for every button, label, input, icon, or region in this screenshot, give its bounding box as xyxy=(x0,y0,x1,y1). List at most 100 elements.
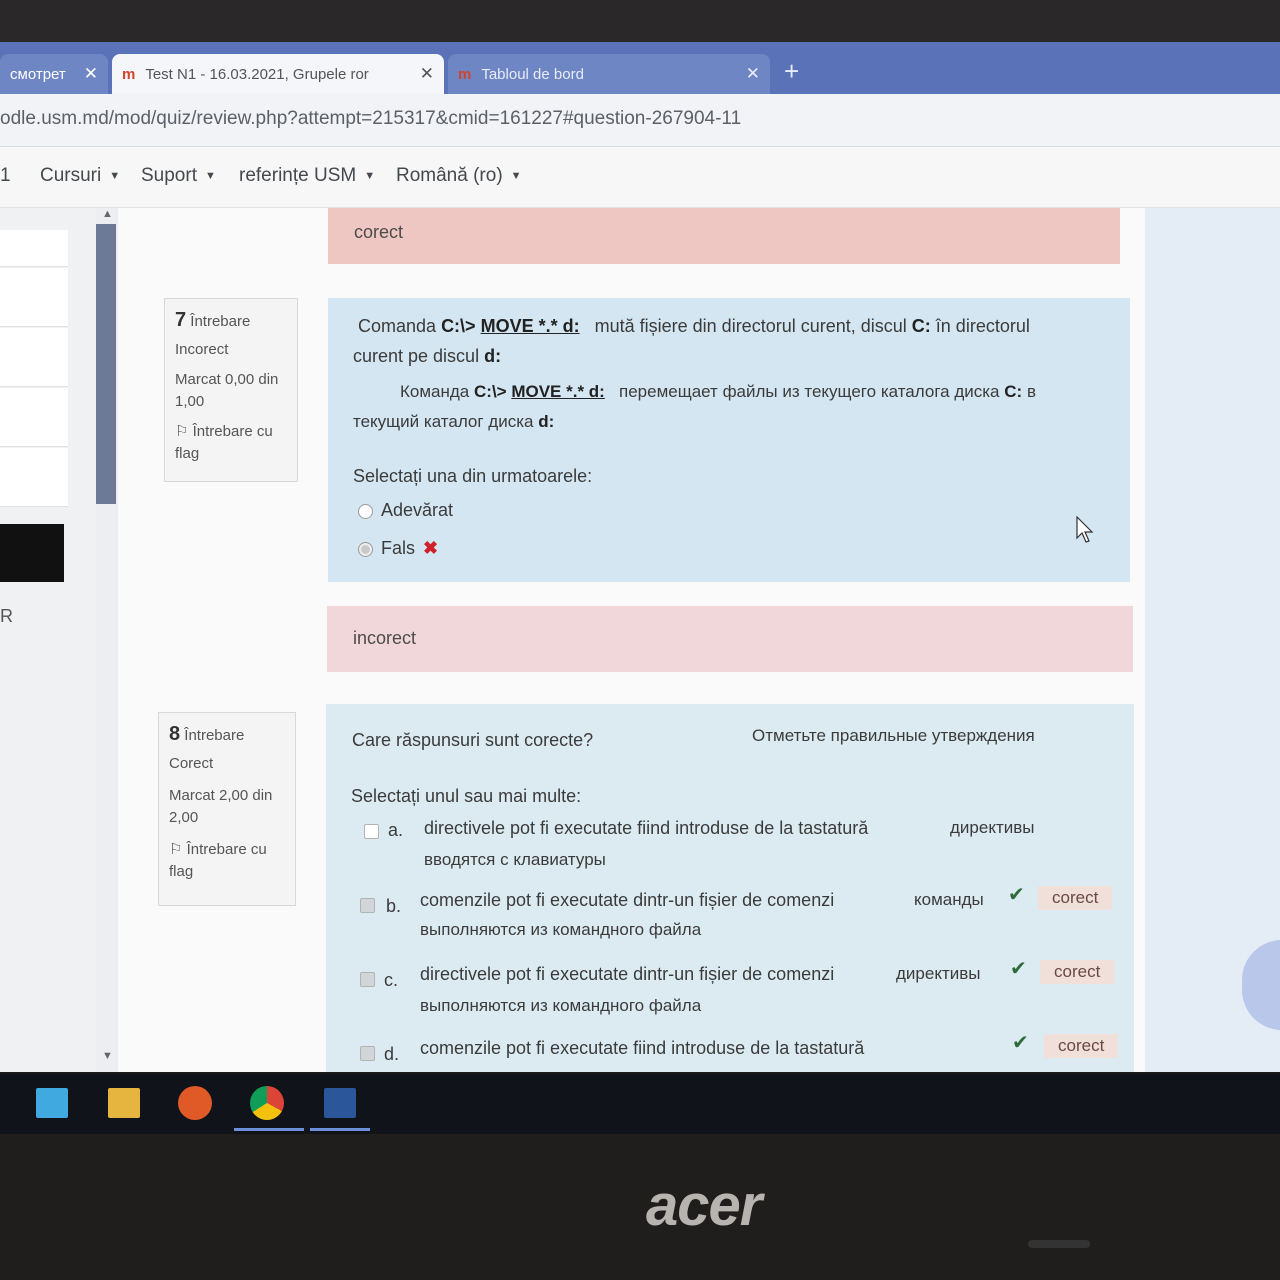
answer-prompt: Selectați unul sau mai multe: xyxy=(351,786,582,806)
option-a-text-ru-2: вводятся с клавиатуры xyxy=(424,850,606,869)
caret-down-icon: ▼ xyxy=(204,169,216,182)
drawer-letter: R xyxy=(0,606,13,626)
nav-item-language[interactable]: Română (ro) ▼ xyxy=(396,165,522,187)
drive: d: xyxy=(484,346,502,366)
text: текущий каталог диска xyxy=(353,412,534,431)
option-d-text: comenzile pot fi executate fiind introdu… xyxy=(420,1038,865,1058)
laptop-bezel-top xyxy=(0,0,1280,42)
question-7-text-ro-2: curent pe discul d: xyxy=(353,346,501,367)
task-view-icon[interactable] xyxy=(36,1088,68,1118)
checkbox[interactable] xyxy=(364,824,379,839)
nav-item-referinte[interactable]: referințe USM ▼ xyxy=(239,165,375,187)
option-b-text-ru: команды xyxy=(914,890,984,909)
file-explorer-icon[interactable] xyxy=(108,1088,140,1118)
screen: смотрет ✕ m Test N1 - 16.03.2021, Grupel… xyxy=(0,42,1280,1072)
option-a-text: directivele pot fi executate fiind intro… xyxy=(424,818,869,838)
option-true[interactable]: Adevărat xyxy=(358,500,453,521)
text: curent pe discul xyxy=(353,346,480,366)
url-text[interactable]: odle.usm.md/mod/quiz/review.php?attempt=… xyxy=(0,108,741,130)
scroll-up-icon[interactable]: ▲ xyxy=(102,208,113,220)
question-label: Întrebare xyxy=(184,727,245,744)
close-icon[interactable]: ✕ xyxy=(420,64,434,84)
option-c-text: directivele pot fi executate dintr-un fi… xyxy=(420,964,835,984)
option-label: Adevărat xyxy=(381,500,454,520)
tab-title: Test N1 - 16.03.2021, Grupele ror xyxy=(145,65,369,83)
question-7-text-ro: Comanda C:\> MOVE *.* d: mută fișiere di… xyxy=(358,316,1030,337)
chrome-icon[interactable] xyxy=(250,1086,284,1120)
command-prefix: C:\> xyxy=(441,316,476,336)
drawer-block xyxy=(0,388,68,447)
checkbox-checked[interactable] xyxy=(360,972,375,987)
question-number: 7 xyxy=(175,309,187,331)
new-tab-button[interactable]: + xyxy=(784,56,799,87)
nav-item-label: referințe USM xyxy=(239,165,357,186)
checkbox-checked[interactable] xyxy=(360,1046,375,1061)
moodle-favicon-icon: m xyxy=(122,65,136,83)
browser-tab-2[interactable]: m Tabloul de bord ✕ xyxy=(448,54,770,94)
caret-down-icon: ▼ xyxy=(510,169,522,182)
navbar-stub: 1 xyxy=(0,165,11,186)
checkbox-checked[interactable] xyxy=(360,898,375,913)
flag-question-link[interactable]: ⚐ Întrebare cu flag xyxy=(169,839,285,883)
drawer-block xyxy=(0,328,68,387)
drive: C: xyxy=(1004,382,1023,401)
address-bar[interactable]: odle.usm.md/mod/quiz/review.php?attempt=… xyxy=(0,94,1280,147)
nav-item-label: Suport xyxy=(141,165,197,186)
caret-down-icon: ▼ xyxy=(109,169,121,182)
option-b-text: comenzile pot fi executate dintr-un fiși… xyxy=(420,890,835,910)
flag-label: Întrebare cu xyxy=(186,841,267,858)
previous-question-feedback: corect xyxy=(328,208,1120,264)
flag-icon: ⚐ xyxy=(175,423,189,440)
question-7-content: Comanda C:\> MOVE *.* d: mută fișiere di… xyxy=(328,298,1130,582)
text: перемещает файлы из текущего каталога ди… xyxy=(619,382,1000,401)
question-label: Întrebare xyxy=(190,313,251,330)
nav-item-suport[interactable]: Suport ▼ xyxy=(141,165,216,187)
scrollbar[interactable]: ▲ ▼ xyxy=(96,208,118,1072)
nav-item-label: Română (ro) xyxy=(396,165,503,186)
question-7-info: 7 Întrebare Incorect Marcat 0,00 din 1,00… xyxy=(164,298,298,482)
option-label: Fals xyxy=(381,538,416,558)
active-app-indicator xyxy=(234,1128,304,1131)
question-8-text-ru: Отметьте правильные утверждения xyxy=(752,726,1035,745)
option-letter: d. xyxy=(384,1044,400,1064)
scroll-down-icon[interactable]: ▼ xyxy=(102,1050,113,1062)
option-false[interactable]: Fals ✖ xyxy=(358,538,438,559)
command-prefix: C:\> xyxy=(474,382,507,401)
option-letter: a. xyxy=(388,820,404,840)
browser-tab-0[interactable]: смотрет ✕ xyxy=(0,54,108,94)
close-icon[interactable]: ✕ xyxy=(84,64,98,84)
radio-button[interactable] xyxy=(358,503,373,519)
question-mark-total: 1,00 xyxy=(175,393,205,410)
laptop-bezel-bottom xyxy=(0,1134,1280,1280)
answer-prompt: Selectați una din urmatoarele: xyxy=(353,466,593,486)
correct-badge: corect xyxy=(1040,960,1115,984)
ubuntu-icon[interactable] xyxy=(178,1086,212,1120)
nav-item-cursuri[interactable]: Cursuri ▼ xyxy=(40,165,120,187)
quiz-navigation-drawer: R xyxy=(0,208,96,1072)
word-icon[interactable] xyxy=(324,1088,356,1118)
radio-button-selected[interactable] xyxy=(358,541,373,557)
correct-check-icon: ✔ xyxy=(1012,1032,1029,1054)
question-state: Incorect xyxy=(175,341,229,358)
close-icon[interactable]: ✕ xyxy=(746,64,760,84)
drawer-dark-block xyxy=(0,524,64,582)
question-mark: Marcat 2,00 din xyxy=(169,787,273,804)
question-mark-total: 2,00 xyxy=(169,809,199,826)
text: Comanda xyxy=(358,316,437,336)
nav-item-label: Cursuri xyxy=(40,165,102,186)
incorrect-cross-icon: ✖ xyxy=(423,538,439,558)
laptop-hinge xyxy=(1028,1240,1090,1248)
drawer-block xyxy=(0,448,68,507)
flag-label-2: flag xyxy=(169,863,194,880)
correct-badge: corect xyxy=(1038,886,1113,910)
drive: d: xyxy=(538,412,555,431)
moodle-favicon-icon: m xyxy=(458,65,472,83)
browser-tab-active[interactable]: m Test N1 - 16.03.2021, Grupele ror ✕ xyxy=(112,54,444,94)
right-margin xyxy=(1145,208,1280,1072)
option-a-text-ru: директивы xyxy=(950,818,1035,837)
flag-question-link[interactable]: ⚐ Întrebare cu flag xyxy=(175,421,287,465)
text: в xyxy=(1026,382,1036,401)
drawer-block xyxy=(0,268,68,327)
scrollbar-thumb[interactable] xyxy=(96,224,116,504)
flag-icon: ⚐ xyxy=(169,841,183,858)
